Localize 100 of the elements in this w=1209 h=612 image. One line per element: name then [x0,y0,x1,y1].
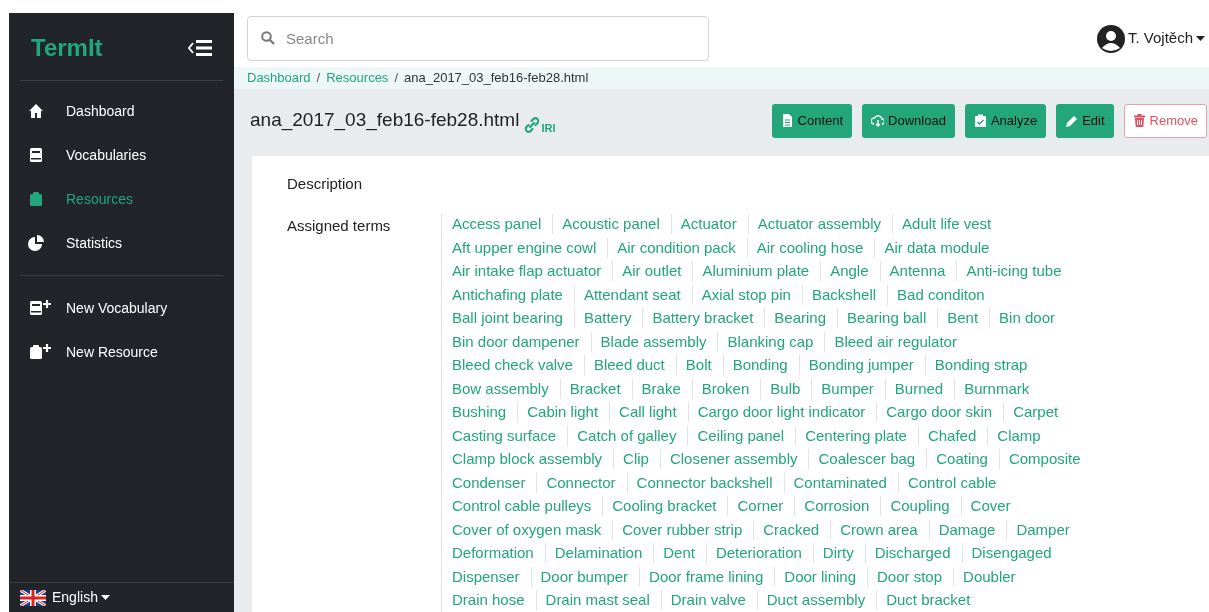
term-link[interactable]: Bonding strap [924,355,1039,376]
download-button[interactable]: Download [862,103,955,138]
term-link[interactable]: Air outlet [612,261,693,282]
term-link[interactable]: Actuator assembly [747,214,893,235]
term-link[interactable]: Bearing [764,308,838,329]
app-logo[interactable]: TermIt [31,30,103,66]
term-link[interactable]: Bleed check valve [452,355,584,376]
term-link[interactable]: Bushing [452,402,518,423]
term-link[interactable]: Blanking cap [717,331,825,352]
term-link[interactable]: Antenna [879,261,957,282]
term-link[interactable]: Coupling [880,496,961,517]
term-link[interactable]: Clip [613,449,660,470]
term-link[interactable]: Air intake flap actuator [452,261,613,282]
term-link[interactable]: Cover [960,496,1022,517]
remove-button[interactable]: Remove [1123,103,1207,138]
term-link[interactable]: Control cable [897,472,1008,493]
search-field[interactable]: Search [247,16,709,62]
term-link[interactable]: Axial stop pin [691,284,802,305]
term-link[interactable]: Centering plate [795,425,918,446]
breadcrumb-link[interactable]: Dashboard [247,68,311,88]
term-link[interactable]: Duct assembly [756,590,877,611]
nav-action[interactable]: New Resource [9,330,234,374]
term-link[interactable]: Burned [884,378,955,399]
term-link[interactable]: Dent [653,543,706,564]
term-link[interactable]: Anti-icing tube [956,261,1073,282]
term-link[interactable]: Control cable pulleys [452,496,603,517]
term-link[interactable]: Bolt [675,355,723,376]
term-link[interactable]: Bin door [989,308,1066,329]
term-link[interactable]: Closener assembly [659,449,809,470]
user-menu[interactable]: T. Vojtěch [1127,27,1205,50]
term-link[interactable]: Bracket [559,378,632,399]
term-link[interactable]: Cargo door light indicator [687,402,877,423]
term-link[interactable]: Dirty [812,543,865,564]
term-link[interactable]: Crown area [830,519,929,540]
avatar-icon[interactable] [1096,24,1125,53]
term-link[interactable]: Damage [928,519,1007,540]
nav-item[interactable]: Dashboard [9,89,234,133]
term-link[interactable]: Access panel [452,214,553,235]
term-link[interactable]: Drain valve [660,590,757,611]
term-link[interactable]: Clamp block assembly [452,449,614,470]
term-link[interactable]: Coating [926,449,999,470]
term-link[interactable]: Bin door dampener [452,331,591,352]
nav-action[interactable]: New Vocabulary [9,286,234,330]
term-link[interactable]: Dispenser [452,566,531,587]
term-link[interactable]: Bearing ball [837,308,938,329]
term-link[interactable]: Bow assembly [452,378,560,399]
term-link[interactable]: Bulb [760,378,812,399]
term-link[interactable]: Casting surface [452,425,568,446]
term-link[interactable]: Attendant seat [573,284,692,305]
term-link[interactable]: Deterioration [705,543,813,564]
term-link[interactable]: Composite [998,449,1092,470]
term-link[interactable]: Air data module [874,237,1001,258]
language-dropdown[interactable]: English [52,587,110,608]
term-link[interactable]: Adult life vest [892,214,1003,235]
term-link[interactable]: Blade assembly [590,331,718,352]
term-link[interactable]: Backshell [801,284,888,305]
term-link[interactable]: Chafed [917,425,988,446]
term-link[interactable]: Cooling bracket [602,496,728,517]
nav-item[interactable]: Statistics [9,221,234,265]
term-link[interactable]: Door frame lining [639,566,775,587]
analyze-button[interactable]: Analyze [964,103,1047,138]
term-link[interactable]: Battery bracket [642,308,765,329]
term-link[interactable]: Door stop [867,566,954,587]
term-link[interactable]: Deformation [452,543,545,564]
term-link[interactable]: Corner [727,496,795,517]
menu-icon[interactable] [188,39,212,57]
content-button[interactable]: Content [771,103,853,138]
term-link[interactable]: Cover rubber strip [612,519,754,540]
term-link[interactable]: Bleed air regulator [824,331,968,352]
term-link[interactable]: Connector backshell [626,472,784,493]
term-link[interactable]: Catch of galley [567,425,688,446]
term-link[interactable]: Bonding [722,355,799,376]
term-link[interactable]: Actuator [670,214,748,235]
term-link[interactable]: Connector [536,472,627,493]
term-link[interactable]: Bent [937,308,990,329]
iri-link[interactable]: IRI [523,115,556,134]
term-link[interactable]: Antichafing plate [452,284,574,305]
term-link[interactable]: Air cooling hose [746,237,875,258]
term-link[interactable]: Acoustic panel [552,214,671,235]
nav-item[interactable]: Vocabularies [9,133,234,177]
term-link[interactable]: Bumper [811,378,885,399]
term-link[interactable]: Condenser [452,472,537,493]
term-link[interactable]: Burnmark [954,378,1041,399]
term-link[interactable]: Duct bracket [876,590,982,611]
term-link[interactable]: Contaminated [783,472,898,493]
term-link[interactable]: Aft upper engine cowl [452,237,608,258]
term-link[interactable]: Corrosion [794,496,881,517]
term-link[interactable]: Brake [631,378,692,399]
term-link[interactable]: Door lining [774,566,867,587]
term-link[interactable]: Drain hose [452,590,536,611]
term-link[interactable]: Cargo door skin [876,402,1004,423]
term-link[interactable]: Delamination [544,543,654,564]
term-link[interactable]: Battery [573,308,643,329]
term-link[interactable]: Call light [609,402,688,423]
term-link[interactable]: Broken [691,378,761,399]
term-link[interactable]: Angle [820,261,880,282]
term-link[interactable]: Coalescer bag [808,449,927,470]
edit-button[interactable]: Edit [1056,103,1114,138]
term-link[interactable]: Air condition pack [607,237,747,258]
breadcrumb-link[interactable]: Resources [326,68,389,88]
